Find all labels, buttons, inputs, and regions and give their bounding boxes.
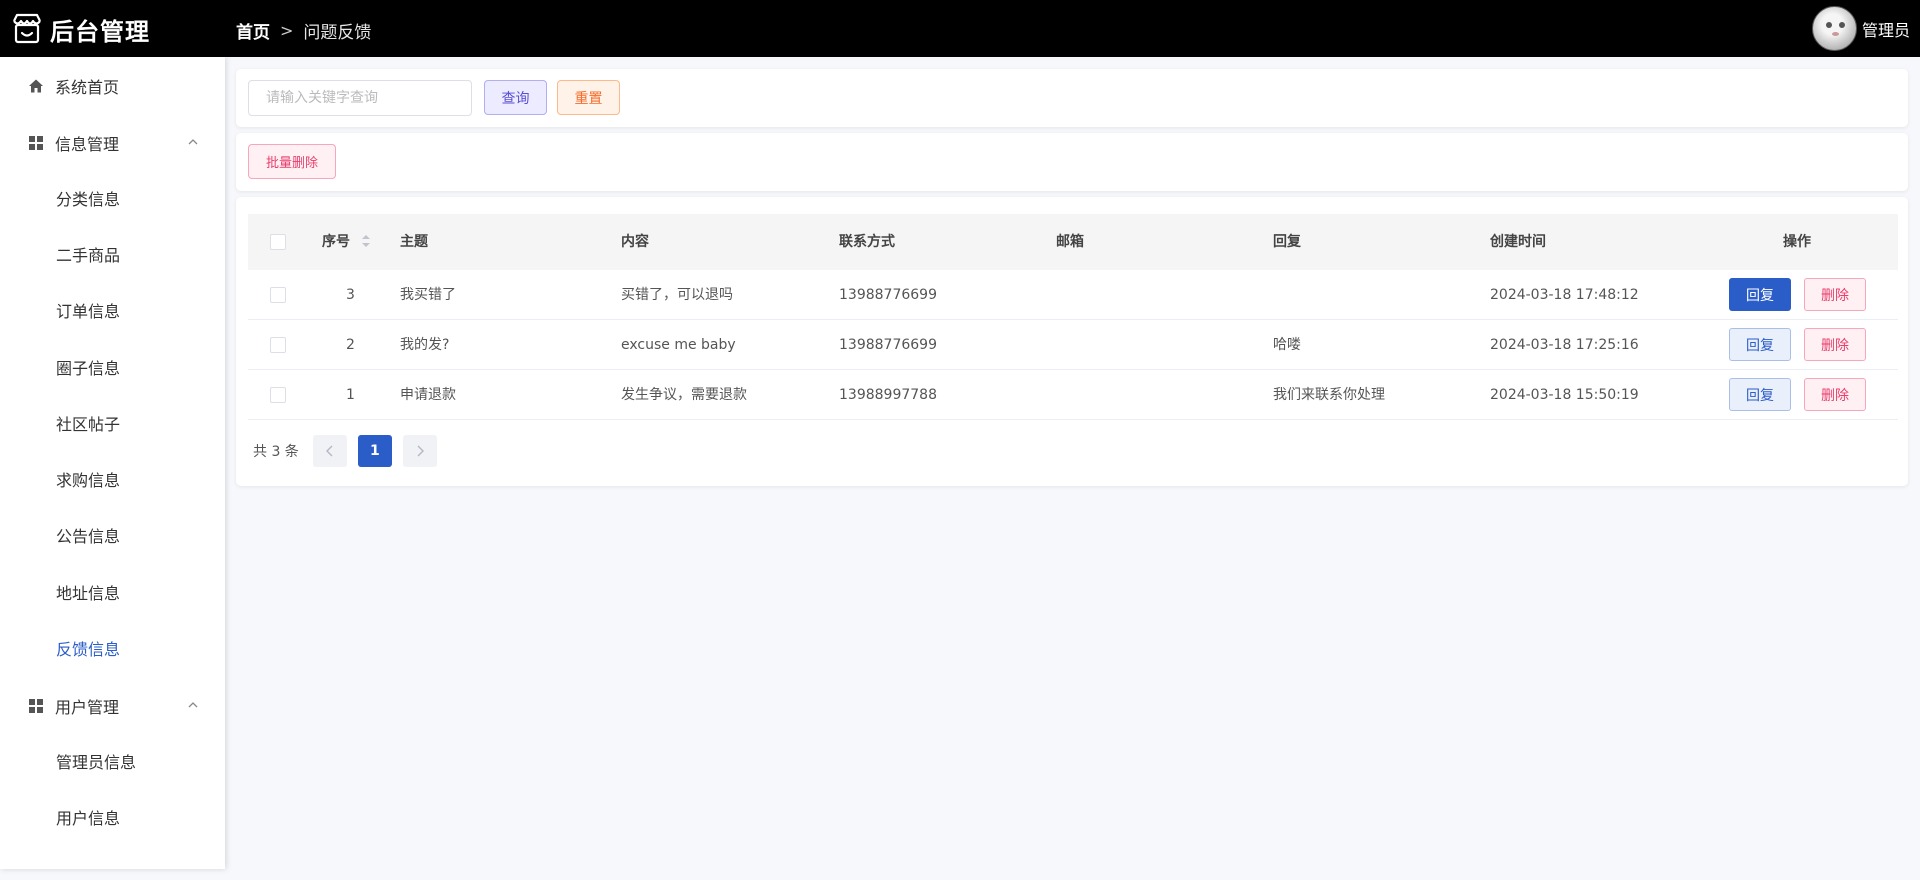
cell-created: 2024-03-18 17:25:16 xyxy=(1490,337,1639,353)
column-header-email: 邮箱 xyxy=(1056,234,1084,250)
reply-button[interactable]: 回复 xyxy=(1729,278,1791,311)
sidebar-item-orders[interactable]: 订单信息 xyxy=(0,288,225,332)
sidebar-item-circles[interactable]: 圈子信息 xyxy=(0,345,225,389)
reply-button[interactable]: 回复 xyxy=(1729,378,1791,411)
app-title: 后台管理 xyxy=(50,17,150,46)
table-header: 序号 主题 内容 联系方式 邮箱 回复 创建时间 操作 xyxy=(248,214,1898,270)
delete-button[interactable]: 删除 xyxy=(1804,278,1866,311)
sidebar-item-posts[interactable]: 社区帖子 xyxy=(0,401,225,445)
query-button[interactable]: 查询 xyxy=(484,80,547,115)
table-row: 2 我的发? excuse me baby 13988776699 哈喽 202… xyxy=(248,320,1898,370)
sidebar-item-users[interactable]: 用户信息 xyxy=(0,795,225,839)
cell-contact: 13988997788 xyxy=(839,387,937,403)
search-input[interactable] xyxy=(248,80,472,116)
search-card: 查询 重置 xyxy=(236,69,1908,127)
sidebar-group-users[interactable]: 用户管理 xyxy=(0,684,225,728)
chevron-up-icon xyxy=(188,702,198,708)
breadcrumb-separator: > xyxy=(280,21,294,40)
row-checkbox[interactable] xyxy=(270,337,286,353)
avatar[interactable] xyxy=(1811,6,1857,51)
row-checkbox[interactable] xyxy=(270,387,286,403)
column-header-id[interactable]: 序号 xyxy=(322,214,371,270)
column-header-title: 主题 xyxy=(400,234,428,250)
cell-reply: 哈喽 xyxy=(1273,337,1301,353)
toolbar-card: 批量删除 xyxy=(236,133,1908,191)
column-header-reply: 回复 xyxy=(1273,234,1301,250)
cell-title: 我买错了 xyxy=(400,287,456,303)
sidebar-item-goods[interactable]: 二手商品 xyxy=(0,232,225,276)
table-row: 3 我买错了 买错了，可以退吗 13988776699 2024-03-18 1… xyxy=(248,270,1898,320)
select-all-checkbox[interactable] xyxy=(270,234,286,250)
column-header-contact: 联系方式 xyxy=(839,234,895,250)
next-page-button[interactable] xyxy=(402,435,437,467)
cell-content: 发生争议，需要退款 xyxy=(621,387,747,403)
cell-created: 2024-03-18 17:48:12 xyxy=(1490,287,1639,303)
cell-title: 申请退款 xyxy=(400,387,456,403)
column-header-label: 序号 xyxy=(322,234,350,250)
prev-page-button[interactable] xyxy=(312,435,347,467)
cell-reply: 我们来联系你处理 xyxy=(1273,387,1385,403)
sidebar-group-info[interactable]: 信息管理 xyxy=(0,121,225,165)
column-header-content: 内容 xyxy=(621,234,649,250)
sidebar-item-notices[interactable]: 公告信息 xyxy=(0,513,225,557)
sidebar-group-label: 用户管理 xyxy=(55,698,120,717)
table-card: 序号 主题 内容 联系方式 邮箱 回复 创建时间 操作 3 我买错了 买错了，可… xyxy=(236,197,1908,486)
breadcrumb: 首页 > 问题反馈 xyxy=(236,18,371,43)
chevron-up-icon xyxy=(188,139,198,145)
sidebar-item-addresses[interactable]: 地址信息 xyxy=(0,570,225,614)
chevron-right-icon xyxy=(417,445,424,457)
user-name[interactable]: 管理员 xyxy=(1862,17,1910,41)
cell-contact: 13988776699 xyxy=(839,337,937,353)
sidebar-item-wanted[interactable]: 求购信息 xyxy=(0,457,225,501)
pagination: 共 3 条 1 xyxy=(253,435,448,467)
grid-icon xyxy=(29,136,43,150)
table-row: 1 申请退款 发生争议，需要退款 13988997788 我们来联系你处理 20… xyxy=(248,370,1898,420)
delete-button[interactable]: 删除 xyxy=(1804,328,1866,361)
app-logo: 后台管理 xyxy=(10,11,150,47)
chevron-left-icon xyxy=(325,445,333,457)
row-checkbox[interactable] xyxy=(270,287,286,303)
breadcrumb-current: 问题反馈 xyxy=(303,23,372,43)
pagination-total: 共 3 条 xyxy=(253,444,299,460)
batch-delete-button[interactable]: 批量删除 xyxy=(248,144,336,179)
shop-icon xyxy=(13,13,41,44)
sidebar-item-admins[interactable]: 管理员信息 xyxy=(0,739,225,783)
reply-button[interactable]: 回复 xyxy=(1729,328,1791,361)
user-menu[interactable]: 管理员 xyxy=(1811,6,1910,51)
sidebar-item-feedback[interactable]: 反馈信息 xyxy=(0,626,225,670)
cell-content: excuse me baby xyxy=(621,337,736,353)
sort-icon[interactable] xyxy=(361,233,371,249)
page-number-button[interactable]: 1 xyxy=(357,435,392,467)
sidebar-item-category[interactable]: 分类信息 xyxy=(0,176,225,220)
top-header: 后台管理 首页 > 问题反馈 管理员 xyxy=(0,0,1920,57)
sidebar: 系统首页 信息管理 分类信息 二手商品 订单信息 圈子信息 社区帖子 求购信息 … xyxy=(0,57,225,869)
cell-created: 2024-03-18 15:50:19 xyxy=(1490,387,1639,403)
cell-content: 买错了，可以退吗 xyxy=(621,287,733,303)
cell-id: 1 xyxy=(346,387,355,403)
column-header-created: 创建时间 xyxy=(1490,234,1546,250)
breadcrumb-home-link[interactable]: 首页 xyxy=(236,18,270,43)
grid-icon xyxy=(29,699,43,713)
home-icon xyxy=(29,79,43,93)
reset-button[interactable]: 重置 xyxy=(557,80,620,115)
sidebar-item-label: 系统首页 xyxy=(55,78,120,97)
delete-button[interactable]: 删除 xyxy=(1804,378,1866,411)
cell-id: 3 xyxy=(346,287,355,303)
cell-id: 2 xyxy=(346,337,355,353)
cell-contact: 13988776699 xyxy=(839,287,937,303)
sidebar-group-label: 信息管理 xyxy=(55,135,120,154)
column-header-actions: 操作 xyxy=(1783,234,1811,250)
sidebar-item-home[interactable]: 系统首页 xyxy=(0,64,225,108)
cell-title: 我的发? xyxy=(400,337,450,353)
